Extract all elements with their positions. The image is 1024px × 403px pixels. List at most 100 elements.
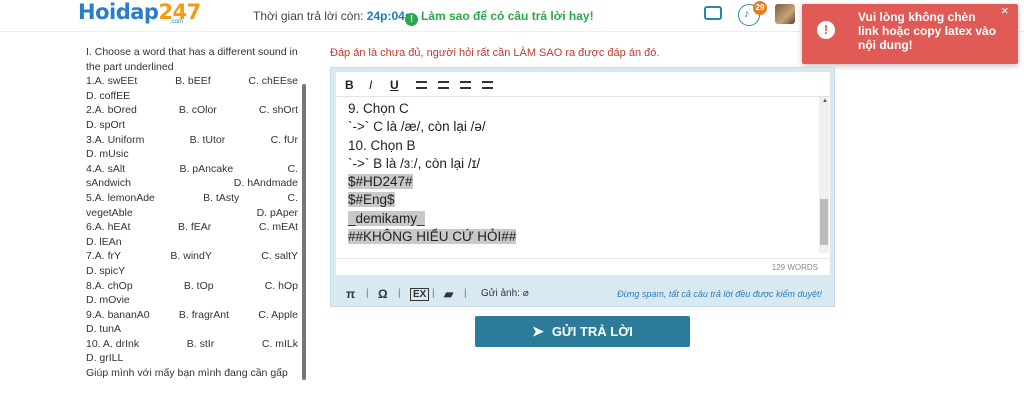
question-option: sAndwich [86, 177, 131, 190]
align-right-icon[interactable] [460, 81, 471, 89]
editor-toolbar: B I U [336, 72, 830, 96]
separator: | [464, 288, 467, 299]
editor-content[interactable]: 9. Chọn C `->` C là /æ/, còn lại /ə/10. C… [336, 96, 830, 258]
question-option: C. [287, 162, 299, 175]
warning-icon: ! [817, 21, 835, 39]
editor-bottom-tools: π | Ω | EX | ▰ | Gửi ảnh: ⌀ Đừng spam, t… [336, 281, 830, 305]
math-pi-icon[interactable]: π [346, 287, 355, 301]
answer-line: `->` C là /æ/, còn lại /ə/ [348, 118, 830, 136]
upload-image-button[interactable]: Gửi ảnh: ⌀ [481, 288, 529, 299]
question-option: D. lEAn [86, 235, 122, 248]
question-row: 5.A. lemonAde B. tAsty C. [86, 191, 298, 206]
align-left-icon[interactable] [416, 81, 427, 89]
question-options: 1.A. swEEt B. bEEf C. chEEse D. coffEE 2.A. … [86, 74, 298, 366]
question-option: B. cOlor [178, 104, 217, 117]
italic-button[interactable]: I [369, 78, 372, 92]
question-option: D. spOrt [86, 118, 126, 131]
underline-button[interactable]: U [390, 78, 399, 92]
howto-link[interactable]: ! Làm sao để có câu trả lời hay! [405, 9, 594, 26]
answer-line-text: $#HD247# [348, 174, 413, 190]
question-option: C. mEAt [258, 221, 298, 234]
question-row: 8.A. chOp B. tOp C. hOp [86, 279, 298, 294]
answer-line: $#HD247# [348, 173, 830, 191]
question-option: 1.A. swEEt [86, 75, 138, 88]
answer-line: 10. Chọn B [348, 137, 830, 155]
editor-status-bar: 129 WORDS [336, 258, 830, 275]
answer-line-text: 10. Chọn B [348, 137, 416, 153]
question-row: 2.A. bOred B. cOlor C. shOrt [86, 103, 298, 118]
question-option: D. spicY [86, 264, 126, 277]
separator: | [366, 288, 369, 299]
question-option: D. coffEE [86, 89, 131, 102]
question-closing: Giúp mình với mấy bạn mình đang cần gấp [86, 367, 288, 380]
question-option: 10. A. drInk [86, 337, 140, 350]
format-icon[interactable]: ▰ [444, 287, 453, 301]
align-justify-icon[interactable] [482, 81, 493, 89]
omega-symbol-icon[interactable]: Ω [378, 287, 388, 301]
question-option: C. Apple [258, 308, 298, 321]
question-row: sAndwich D. hAndmade [86, 176, 298, 191]
page: Hoidap247 .com Thời gian trả lời còn: 24… [0, 0, 1024, 403]
logo-text: Hoidap [78, 0, 159, 24]
answer-notice: Đáp án là chưa đủ, người hỏi rất cần LÀM… [330, 47, 660, 59]
question-row: 7.A. frY B. windY C. saltY [86, 249, 298, 264]
logo-domain: .com [170, 19, 184, 25]
question-option: B. bEEf [175, 75, 211, 88]
question-option: C. chEEse [248, 75, 298, 88]
question-option: B. fEAr [178, 221, 212, 234]
question-row: 1.A. swEEt B. bEEf C. chEEse [86, 74, 298, 89]
align-center-icon[interactable] [438, 81, 449, 89]
send-icon: ➤ [532, 323, 544, 339]
info-icon: ! [405, 13, 418, 26]
question-row: 10. A. drInk B. stIr C. mILk [86, 337, 298, 352]
question-scrollbar[interactable] [302, 84, 306, 380]
upload-label: Gửi ảnh: [481, 288, 520, 299]
bold-button[interactable]: B [345, 78, 354, 92]
answer-editor: B I U 9. Chọn C `->` C là /æ/, còn lại /ə… [330, 67, 835, 307]
question-option: B. tAsty [203, 191, 240, 204]
submit-label: GỬI TRẢ LỜI [551, 324, 633, 339]
question-row: 3.A. Uniform B. tUtor C. fUr [86, 133, 298, 148]
answer-line-text: ##KHÔNG HIỂU CỨ HỎI## [348, 229, 517, 245]
separator: | [432, 288, 435, 299]
question-option: B. windY [170, 250, 212, 263]
answer-line-text: _demikamy_ [348, 210, 425, 226]
bell-glyph-icon: ♪ [744, 8, 750, 20]
answer-line-text: $#Eng$ [348, 192, 395, 208]
answer-line: 9. Chọn C [348, 100, 830, 118]
submit-answer-button[interactable]: ➤ GỬI TRẢ LỜI [475, 316, 690, 347]
answer-timer: Thời gian trả lời còn: 24p:04s [253, 9, 412, 23]
question-option: B. fragrAnt [178, 308, 230, 321]
question-row: 9.A. bananA0 B. fragrAnt C. Apple [86, 308, 298, 323]
question-option: vegetAble [86, 206, 133, 219]
answer-line-text: 9. Chọn C [348, 101, 409, 116]
question-option: B. tUtor [189, 133, 226, 146]
question-row: D. tunA [86, 322, 298, 337]
user-avatar[interactable] [775, 4, 795, 24]
question-row: D. mUsic [86, 147, 298, 162]
question-option: D. mUsic [86, 148, 129, 161]
error-toast: ! Vui lòng không chèn link hoặc copy lat… [802, 4, 1018, 64]
separator: | [398, 288, 401, 299]
howto-label: Làm sao để có câu trả lời hay! [421, 9, 594, 23]
question-option: B. pAncake [179, 162, 234, 175]
editor-scroll-thumb[interactable] [820, 199, 828, 245]
question-intro: I. Choose a word that has a different so… [86, 46, 298, 73]
answer-line: ##KHÔNG HIỂU CỨ HỎI## [348, 228, 830, 246]
question-option: B. tOp [183, 279, 214, 292]
notification-badge: 29 [753, 1, 767, 15]
question-option: D. hAndmade [233, 177, 298, 190]
question-row: D. coffEE [86, 89, 298, 104]
question-option: 8.A. chOp [86, 279, 133, 292]
chat-icon[interactable] [704, 6, 722, 20]
timer-label: Thời gian trả lời còn: [253, 9, 364, 23]
latex-icon[interactable]: EX [410, 288, 430, 301]
question-option: C. saltY [261, 250, 298, 263]
word-count: 129 WORDS [771, 263, 818, 272]
question-row: D. lEAn [86, 235, 298, 250]
question-option: 7.A. frY [86, 250, 122, 263]
question-option: C. [287, 191, 298, 204]
close-icon[interactable]: × [1001, 3, 1009, 18]
scroll-up-icon[interactable]: ▲ [822, 98, 828, 104]
paperclip-icon: ⌀ [522, 288, 529, 299]
